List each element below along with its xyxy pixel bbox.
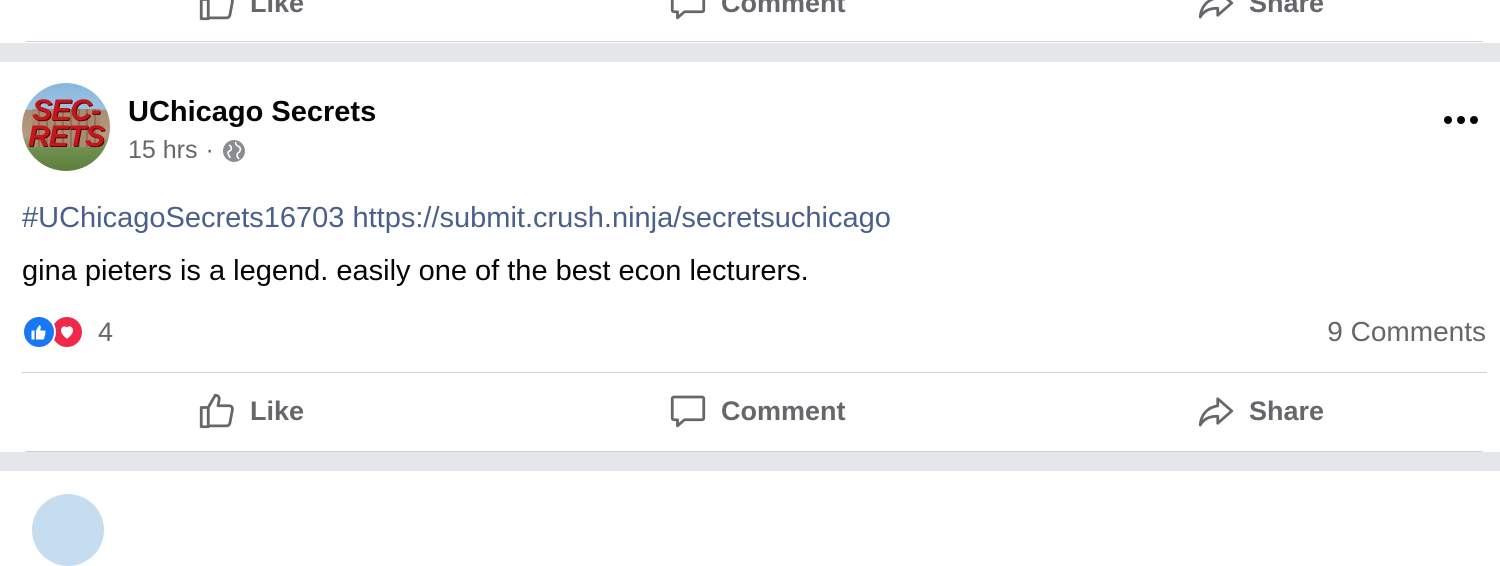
feed-separator [0,43,1500,62]
comments-count[interactable]: 9 Comments [1327,316,1486,348]
previous-like-button[interactable]: Like [196,0,304,24]
share-button[interactable]: Share [1195,390,1324,432]
post-author[interactable]: UChicago Secrets [128,96,376,129]
like-label: Like [250,395,305,426]
like-reaction-icon [22,315,56,349]
comment-icon [670,395,706,428]
divider [26,41,1483,42]
previous-share-button[interactable]: Share [1195,0,1324,24]
comment-button[interactable]: Comment [667,390,846,432]
reaction-summary[interactable]: 4 [22,315,113,349]
avatar-logo-bottom: RETS [27,120,105,153]
previous-like-label: Like [250,0,305,18]
globe-icon [222,139,245,162]
more-dot [1457,116,1465,124]
previous-post-action-bar: Like Comment Share [0,0,1500,42]
comment-label: Comment [721,395,846,426]
post-body: gina pieters is a legend. easily one of … [22,255,809,287]
comment-icon [670,0,706,20]
like-icon [199,0,234,21]
previous-share-label: Share [1249,0,1325,18]
feed-separator [0,452,1500,471]
previous-comment-button[interactable]: Comment [667,0,846,24]
more-dot [1444,116,1452,124]
like-icon [199,393,234,429]
next-post-avatar[interactable] [32,494,104,566]
share-icon [1198,397,1234,427]
share-label: Share [1249,395,1325,426]
previous-comment-label: Comment [721,0,846,18]
like-button[interactable]: Like [196,390,304,432]
post-time[interactable]: 15 hrs [128,136,197,165]
url-link[interactable]: https://submit.crush.ninja/secretsuchica… [353,202,891,234]
share-icon [1198,0,1234,19]
hashtag-link[interactable]: #UChicagoSecrets16703 [22,202,344,234]
more-options-icon[interactable] [1444,116,1478,124]
reaction-count: 4 [98,316,114,347]
more-dot [1470,116,1478,124]
divider [22,372,1487,373]
post-links: #UChicagoSecrets16703 https://submit.cru… [22,202,891,235]
meta-separator: · [205,136,214,164]
page-avatar[interactable]: SEC- RETS [22,83,110,171]
post-meta: 15 hrs · [128,136,246,165]
